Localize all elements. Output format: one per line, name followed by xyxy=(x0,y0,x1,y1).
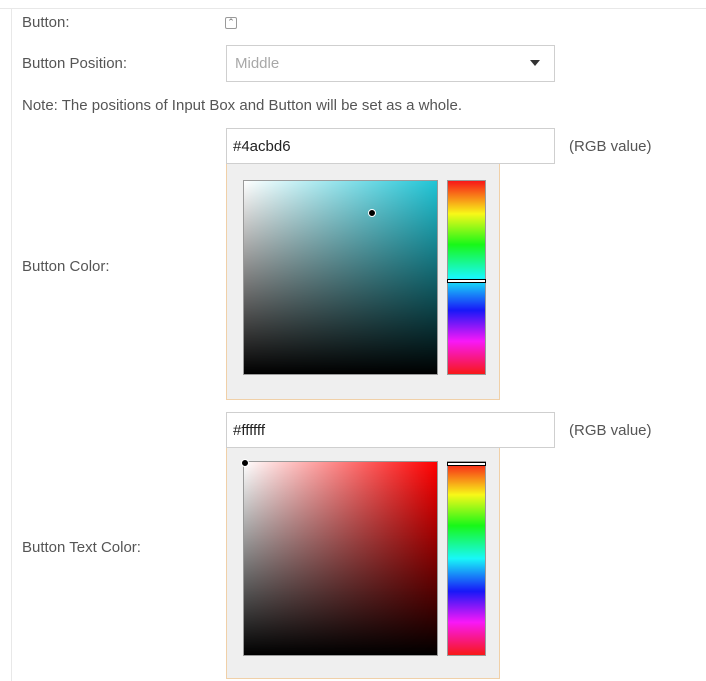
button-text-color-saturation-marker[interactable] xyxy=(241,459,249,467)
form-page: Button: ⌃ Button Position: Middle Note: … xyxy=(0,0,706,681)
collapse-up-icon[interactable]: ⌃ xyxy=(225,17,237,29)
chevron-down-icon xyxy=(530,60,540,66)
button-color-rgb-hint: (RGB value) xyxy=(569,138,652,155)
button-text-color-label: Button Text Color: xyxy=(22,539,141,556)
left-divider xyxy=(11,8,12,681)
position-note: Note: The positions of Input Box and But… xyxy=(22,97,462,114)
button-position-value: Middle xyxy=(235,55,280,72)
button-position-select[interactable]: Middle xyxy=(226,45,555,82)
button-color-hue-slider[interactable] xyxy=(447,180,486,375)
button-text-color-hue-slider[interactable] xyxy=(447,461,486,656)
button-color-input[interactable] xyxy=(226,128,555,164)
button-text-color-rgb-hint: (RGB value) xyxy=(569,422,652,439)
button-position-label: Button Position: xyxy=(22,55,128,72)
button-color-hue-handle[interactable] xyxy=(447,279,486,284)
button-label: Button: xyxy=(22,14,70,31)
button-color-saturation-area[interactable] xyxy=(243,180,438,375)
button-text-color-picker xyxy=(226,448,500,679)
button-color-picker xyxy=(226,164,500,400)
button-text-color-saturation-area[interactable] xyxy=(241,459,438,656)
button-text-color-hue-handle[interactable] xyxy=(447,462,486,466)
button-color-label: Button Color: xyxy=(22,258,110,275)
button-text-color-input[interactable] xyxy=(226,412,555,448)
top-divider xyxy=(0,0,706,9)
